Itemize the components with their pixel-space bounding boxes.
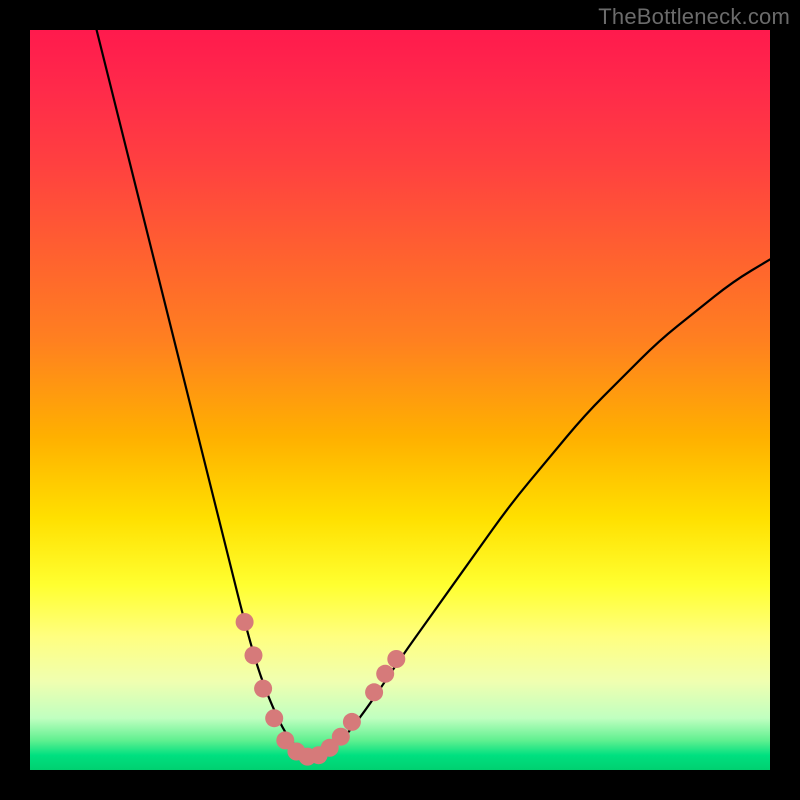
marker-point — [387, 650, 405, 668]
bottleneck-curve — [97, 30, 770, 755]
marker-point — [244, 646, 262, 664]
marker-point — [365, 683, 383, 701]
marker-group — [236, 613, 406, 766]
chart-svg — [30, 30, 770, 770]
marker-point — [236, 613, 254, 631]
plot-area — [30, 30, 770, 770]
watermark-text: TheBottleneck.com — [598, 4, 790, 30]
chart-frame: TheBottleneck.com — [0, 0, 800, 800]
marker-point — [254, 680, 272, 698]
marker-point — [265, 709, 283, 727]
marker-point — [343, 713, 361, 731]
marker-point — [332, 728, 350, 746]
marker-point — [376, 665, 394, 683]
